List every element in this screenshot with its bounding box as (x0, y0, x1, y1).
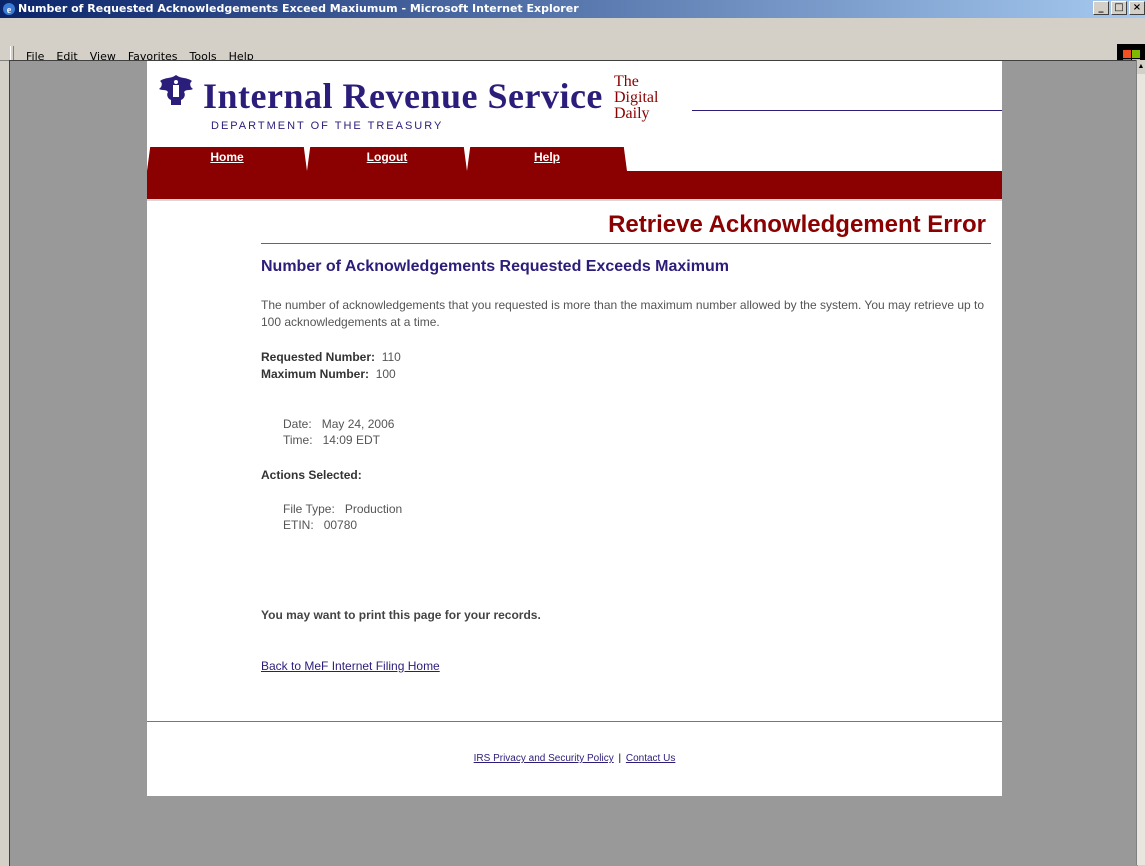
digital-daily-tagline: The Digital Daily (614, 73, 659, 122)
time-row: Time: 14:09 EDT (283, 433, 380, 447)
agency-name: Internal Revenue Service (203, 76, 603, 116)
help-link[interactable]: Help (534, 150, 560, 164)
file-type-value: Production (344, 502, 403, 516)
time-value: 14:09 EDT (322, 433, 380, 447)
back-to-home-link[interactable]: Back to MeF Internet Filing Home (261, 659, 440, 673)
scroll-up-arrow-icon[interactable]: ▲ (1137, 60, 1145, 74)
page-title: Retrieve Acknowledgement Error (608, 211, 986, 238)
print-note: You may want to print this page for your… (261, 608, 541, 622)
tab-logout[interactable]: Logout (307, 147, 467, 171)
maximize-button[interactable]: □ (1111, 1, 1127, 15)
date-row: Date: May 24, 2006 (283, 417, 394, 431)
svg-text:e: e (7, 5, 12, 16)
actions-selected-label: Actions Selected: (261, 468, 362, 482)
logout-link[interactable]: Logout (367, 150, 408, 164)
requested-number-value: 110 (381, 350, 401, 364)
actions-selected-heading: Actions Selected: (261, 468, 362, 482)
contact-us-link[interactable]: Contact Us (626, 753, 675, 764)
header-divider (692, 110, 1002, 111)
minimize-button[interactable]: _ (1093, 1, 1109, 15)
maximum-number-value: 100 (375, 367, 396, 381)
tab-help[interactable]: Help (467, 147, 627, 171)
window-title: Number of Requested Acknowledgements Exc… (18, 2, 579, 15)
home-link[interactable]: Home (210, 150, 243, 164)
internet-explorer-icon: e (3, 3, 15, 16)
vertical-scrollbar[interactable]: ▲ (1136, 60, 1145, 865)
time-label: Time: (283, 433, 313, 447)
maximum-number-row: Maximum Number: 100 (261, 367, 396, 381)
irs-eagle-logo-icon (159, 75, 193, 105)
department-name: DEPARTMENT OF THE TREASURY (211, 120, 444, 132)
etin-value: 00780 (323, 518, 358, 532)
privacy-policy-link[interactable]: IRS Privacy and Security Policy (474, 753, 614, 764)
nav-bar (147, 171, 1002, 199)
title-divider (261, 243, 991, 244)
etin-row: ETIN: 00780 (283, 518, 357, 532)
etin-label: ETIN: (283, 518, 314, 532)
menu-bar: File Edit View Favorites Tools Help (0, 18, 1145, 72)
nav-bar-shadow (147, 199, 1002, 201)
maximum-number-label: Maximum Number: (261, 367, 370, 381)
footer-divider (147, 721, 1002, 722)
error-subheading: Number of Acknowledgements Requested Exc… (261, 258, 729, 275)
site-footer: IRS Privacy and Security Policy | Contac… (147, 753, 1002, 764)
window-title-bar[interactable]: e Number of Requested Acknowledgements E… (0, 0, 1145, 18)
file-type-row: File Type: Production (283, 502, 402, 516)
error-description: The number of acknowledgements that you … (261, 298, 985, 329)
close-button[interactable]: × (1129, 1, 1145, 15)
requested-number-label: Requested Number: (261, 350, 376, 364)
footer-separator: | (618, 753, 622, 764)
nav-tabs: Home Logout Help (147, 147, 1002, 171)
date-value: May 24, 2006 (321, 417, 395, 431)
page-container: Internal Revenue Service DEPARTMENT OF T… (147, 61, 1002, 796)
tab-home[interactable]: Home (147, 147, 307, 171)
file-type-label: File Type: (283, 502, 335, 516)
date-label: Date: (283, 417, 312, 431)
requested-number-row: Requested Number: 110 (261, 350, 401, 364)
